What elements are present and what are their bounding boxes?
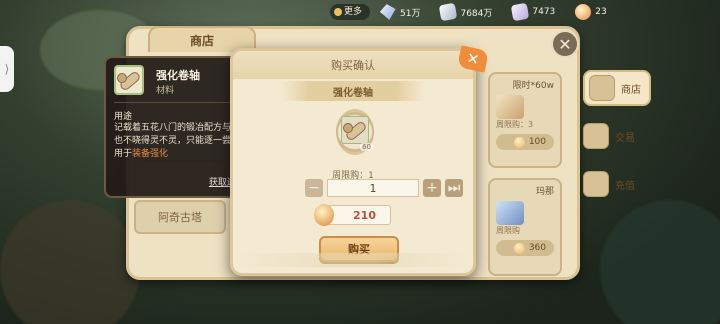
tooltip-use-label: 用途 (114, 112, 133, 122)
silver-ingot-icon (439, 2, 458, 22)
sidebar-item-shop[interactable]: 商店 (583, 70, 651, 106)
shop-item-card[interactable]: 玛那 周限购 360 (488, 178, 562, 276)
shop-close-button[interactable]: ✕ (551, 30, 579, 58)
dialog-title: 购买确认 (233, 51, 473, 79)
dialog-item-name: 强化卷轴 (281, 81, 425, 101)
currency-crystal[interactable]: 7473 (511, 2, 555, 22)
coin-icon (513, 242, 525, 254)
tooltip-item-type: 材料 (156, 86, 175, 96)
shop-item-card[interactable]: 限时*60w 周限购：3 100 (488, 72, 562, 168)
peach-coin-icon (574, 2, 593, 22)
item-frame: 60 (336, 109, 374, 155)
close-icon: ✕ (464, 48, 482, 70)
purchase-dialog: 购买确认 ✕ 强化卷轴 60 周限购：1 − 1 + ⏭ 210 购买 (230, 45, 489, 276)
recharge-icon (583, 171, 609, 197)
bg-foliage (600, 200, 720, 324)
quantity-stepper: − 1 + ⏭ (305, 179, 463, 197)
minus-icon: − (308, 180, 320, 196)
more-button[interactable]: 更多 (330, 4, 371, 20)
diamond-icon (379, 3, 398, 22)
bg-foliage (0, 200, 140, 324)
chevron-right-icon: ⟩ (4, 62, 10, 76)
max-button[interactable]: ⏭ (445, 179, 463, 197)
skip-to-max-icon: ⏭ (447, 180, 461, 196)
item-card-title: 玛那 (535, 187, 554, 197)
chest-icon (496, 95, 524, 119)
item-quantity-badge: 60 (360, 143, 373, 151)
coin-icon (513, 136, 525, 148)
currency-diamond[interactable]: 51万 (380, 4, 420, 20)
close-icon: ✕ (558, 34, 572, 54)
scroll-icon (114, 65, 144, 95)
scroll-icon (341, 116, 369, 144)
tooltip-highlight: 装备强化 (132, 149, 169, 159)
shop-category-item[interactable]: 阿奇古塔 (134, 200, 226, 234)
trade-icon (583, 123, 609, 149)
decrease-button[interactable]: − (305, 179, 323, 197)
item-card-limit: 周限购 (496, 226, 520, 235)
dialog-decoration (233, 253, 473, 267)
item-card-price: 360 (496, 240, 554, 256)
more-icon (334, 8, 342, 16)
currency-peach[interactable]: 23 (574, 2, 607, 22)
quantity-input[interactable]: 1 (327, 179, 419, 197)
total-cost: 210 (314, 204, 391, 226)
currency-silver[interactable]: 7684万 (439, 2, 492, 22)
tooltip-item-name: 强化卷轴 (156, 69, 200, 82)
item-card-limit: 周限购：3 (496, 120, 534, 129)
item-card-price: 100 (496, 134, 554, 150)
side-drawer-handle[interactable]: ⟩ (0, 46, 14, 92)
sidebar-item-recharge[interactable]: 充值 (583, 166, 651, 202)
plus-icon: + (426, 180, 438, 196)
currency-bar: 更多 51万 7684万 7473 23 (320, 0, 720, 24)
increase-button[interactable]: + (423, 179, 441, 197)
item-card-title: 限时*60w (512, 81, 554, 91)
crystal-icon (496, 201, 524, 225)
shop-icon (589, 75, 615, 101)
crystal-icon (511, 2, 530, 22)
shop-sidebar: 商店 交易 充值 (583, 70, 651, 214)
peach-coin-icon (314, 204, 334, 226)
sidebar-item-trade[interactable]: 交易 (583, 118, 651, 154)
